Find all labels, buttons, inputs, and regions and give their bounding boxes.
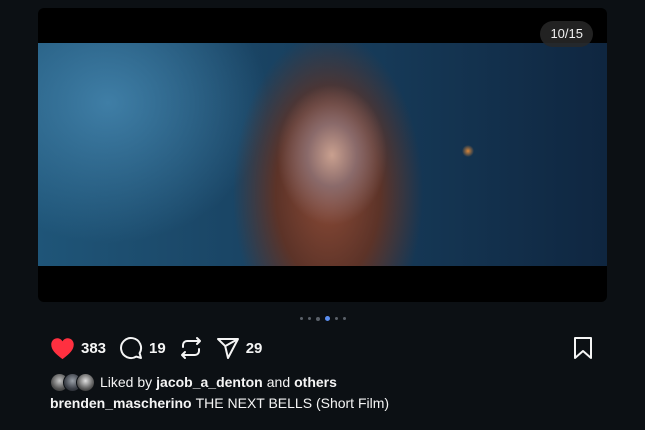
share-button[interactable]: 29 xyxy=(216,336,263,360)
liked-by-connector: and xyxy=(266,374,291,390)
image-counter-badge: 10/15 xyxy=(540,21,593,47)
liker-username[interactable]: jacob_a_denton xyxy=(156,374,263,390)
repost-button[interactable] xyxy=(179,336,203,360)
caption-text: THE NEXT BELLS (Short Film) xyxy=(195,395,390,411)
liked-by-label: Liked by xyxy=(100,374,153,390)
liked-by-row[interactable]: Liked by jacob_a_denton and others xyxy=(50,372,337,392)
comment-button[interactable]: 19 xyxy=(119,336,166,360)
repost-icon[interactable] xyxy=(179,336,203,360)
comment-count: 19 xyxy=(149,339,166,357)
comment-icon[interactable] xyxy=(119,336,143,360)
caption-username[interactable]: brenden_mascherino xyxy=(50,395,192,411)
carousel-dot xyxy=(342,317,346,320)
carousel-dot-active xyxy=(324,316,330,321)
share-icon[interactable] xyxy=(216,336,240,360)
like-count: 383 xyxy=(81,339,107,357)
share-count: 29 xyxy=(245,339,263,357)
carousel-dot xyxy=(334,317,338,320)
liked-by-others-link[interactable]: others xyxy=(294,374,337,390)
post-media[interactable]: 10/15 xyxy=(38,8,607,302)
carousel-dot xyxy=(307,317,311,320)
post-caption: brenden_mascherino THE NEXT BELLS (Short … xyxy=(50,395,389,411)
carousel-dot xyxy=(315,316,320,321)
heart-icon[interactable] xyxy=(50,337,75,360)
post-photo[interactable] xyxy=(38,43,607,266)
action-bar: 383 19 29 xyxy=(50,335,275,361)
bookmark-button[interactable] xyxy=(572,336,594,365)
like-button[interactable]: 383 xyxy=(50,337,106,360)
bookmark-icon[interactable] xyxy=(572,337,594,364)
avatar[interactable] xyxy=(76,372,95,392)
carousel-dot xyxy=(299,317,303,320)
liker-avatars[interactable] xyxy=(50,372,95,392)
carousel-dots xyxy=(0,316,645,321)
